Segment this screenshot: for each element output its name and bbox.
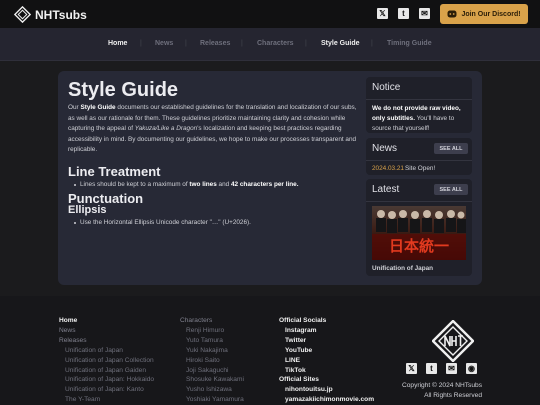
nav-divider: | [371,40,373,47]
latest-see-all-button[interactable]: SEE ALL [434,184,468,195]
x-icon[interactable]: 𝕏 [377,8,388,19]
nav-characters[interactable]: Characters [257,40,294,47]
line-treatment-list: Lines should be kept to a maximum of two… [68,180,358,190]
footer-release-link[interactable]: The Y-Team [59,395,154,405]
instagram-link[interactable]: Instagram [279,326,374,336]
news-card: News SEE ALL 2024.03.21 Site Open! [366,138,472,175]
youtube-link[interactable]: YouTube [279,346,374,356]
main-nav: Home | News | Releases | Characters | St… [0,28,540,61]
footer-character-link[interactable]: Shosuke Kawakami [180,375,244,385]
nav-divider: | [241,40,243,47]
footer-col-official: Official Socials Instagram Twitter YouTu… [279,316,374,405]
nav-timing-guide[interactable]: Timing Guide [387,40,432,47]
nav-style-guide[interactable]: Style Guide [321,40,360,47]
divider [366,201,472,202]
divider [366,99,472,100]
latest-card: Latest SEE ALL 日本統一 Unification of Japan [366,179,472,276]
nht-logo-icon [14,6,31,23]
footer-release-link[interactable]: Unification of Japan: Kanto [59,385,154,395]
list-item: Use the Horizontal Ellipsis Unicode char… [74,218,358,228]
ellipsis-heading: Ellipsis [68,203,107,216]
x-icon[interactable]: 𝕏 [406,363,417,374]
join-discord-button[interactable]: Join Our Discord! [440,4,528,24]
notice-title: Notice [372,82,401,93]
nav-releases[interactable]: Releases [200,40,230,47]
news-title: News [372,143,398,154]
intro-paragraph: Our Style Guide documents our establishe… [68,104,357,154]
nav-news[interactable]: News [155,40,173,47]
poster-image: 日本統一 [372,206,466,260]
top-bar: NHTsubs 𝕏 t ✉ Join Our Discord! [0,0,540,28]
footer-col-site: Home News Releases Unification of Japan … [59,316,154,405]
latest-release-title[interactable]: Unification of Japan [372,265,433,272]
nav-divider: | [185,40,187,47]
copyright-text: Copyright © 2024 NHTsubs [402,382,482,389]
page-title: Style Guide [68,79,179,101]
site-logo[interactable]: NHTsubs [14,6,87,23]
mail-icon[interactable]: ✉ [446,363,457,374]
discord-icon[interactable]: ◉ [466,363,477,374]
footer-col-characters: Characters Renji Himuro Yuto Tamura Yuki… [180,316,244,405]
site-name: NHTsubs [35,7,87,22]
latest-title: Latest [372,184,400,195]
tumblr-icon[interactable]: t [398,8,409,19]
notice-text: We do not provide raw video, only subtit… [372,105,461,132]
nav-divider: | [305,40,307,47]
copyright: Copyright © 2024 NHTsubs All Rights Rese… [390,381,482,401]
footer-link-characters[interactable]: Characters [180,316,244,326]
divider [366,160,472,161]
footer-social-links: 𝕏 t ✉ ◉ [406,363,477,374]
official-site-link[interactable]: yamazakiichimonmovie.com [279,395,374,405]
line-treatment-heading: Line Treatment [68,163,161,179]
footer-character-link[interactable]: Yuto Tamura [180,336,244,346]
news-headline-link[interactable]: Site Open! [405,165,435,172]
line-link[interactable]: LINE [279,356,374,366]
news-see-all-button[interactable]: SEE ALL [434,143,468,154]
join-discord-label: Join Our Discord! [461,10,521,18]
footer-character-link[interactable]: Joji Sakaguchi [180,366,244,376]
poster-title-text: 日本統一 [389,237,449,255]
punctuation-list: Use the Horizontal Ellipsis Unicode char… [68,218,358,228]
footer-character-link[interactable]: Yusho Ishizawa [180,385,244,395]
footer-character-link[interactable]: Hiroki Saito [180,356,244,366]
nav-home[interactable]: Home [108,40,127,47]
footer-character-link[interactable]: Yuki Nakajima [180,346,244,356]
footer-link-releases[interactable]: Releases [59,336,154,346]
footer-release-link[interactable]: Unification of Japan: Hokkaido [59,375,154,385]
footer-link-home[interactable]: Home [59,316,154,326]
discord-icon [447,10,457,18]
style-guide-article: Style Guide Our Style Guide documents ou… [68,78,358,228]
mail-icon[interactable]: ✉ [419,8,430,19]
tumblr-icon[interactable]: t [426,363,437,374]
header-social-links: 𝕏 t ✉ [377,8,430,19]
punctuation-heading: Punctuation [68,190,144,206]
footer-character-link[interactable]: Yoshiaki Yamamura [180,395,244,405]
footer-link-news[interactable]: News [59,326,154,336]
footer-character-link[interactable]: Renji Himuro [180,326,244,336]
official-sites-heading: Official Sites [279,376,319,384]
twitter-link[interactable]: Twitter [279,336,374,346]
tiktok-link[interactable]: TikTok [279,366,374,376]
rights-text: All Rights Reserved [424,391,482,399]
footer-release-link[interactable]: Unification of Japan Gaiden [59,366,154,376]
latest-release-thumbnail[interactable]: 日本統一 [372,206,466,260]
footer-nht-logo-icon [432,320,474,362]
footer-release-link[interactable]: Unification of Japan [59,346,154,356]
notice-card: Notice We do not provide raw video, only… [366,77,472,133]
official-socials-heading: Official Socials [279,317,327,324]
list-item: Lines should be kept to a maximum of two… [74,180,358,190]
news-date: 2024.03.21 [372,165,404,172]
footer-release-link[interactable]: Unification of Japan Collection [59,356,154,366]
official-site-link[interactable]: nihontouitsu.jp [279,385,374,395]
nav-divider: | [140,40,142,47]
